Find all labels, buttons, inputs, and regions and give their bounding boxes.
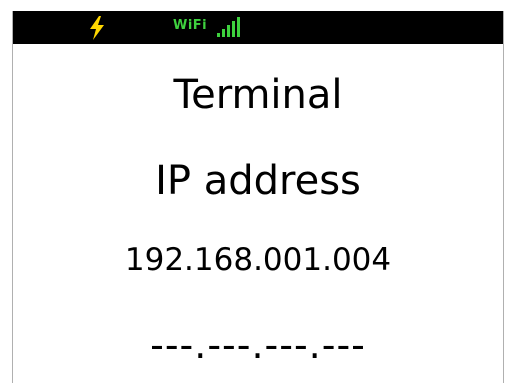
current-ip-address: 192.168.001.004 bbox=[124, 242, 392, 278]
ip-address-input[interactable]: ---.---.---.--- bbox=[13, 322, 503, 368]
lightning-bolt-icon bbox=[90, 16, 104, 40]
page-subtitle: IP address bbox=[155, 158, 361, 204]
terminal-screen: WiFi Terminal IP address 192.168.001.004… bbox=[12, 11, 504, 383]
page-title: Terminal bbox=[173, 72, 343, 118]
status-bar: WiFi bbox=[13, 11, 503, 44]
wifi-label: WiFi bbox=[173, 18, 208, 33]
signal-bars-icon bbox=[217, 17, 240, 37]
